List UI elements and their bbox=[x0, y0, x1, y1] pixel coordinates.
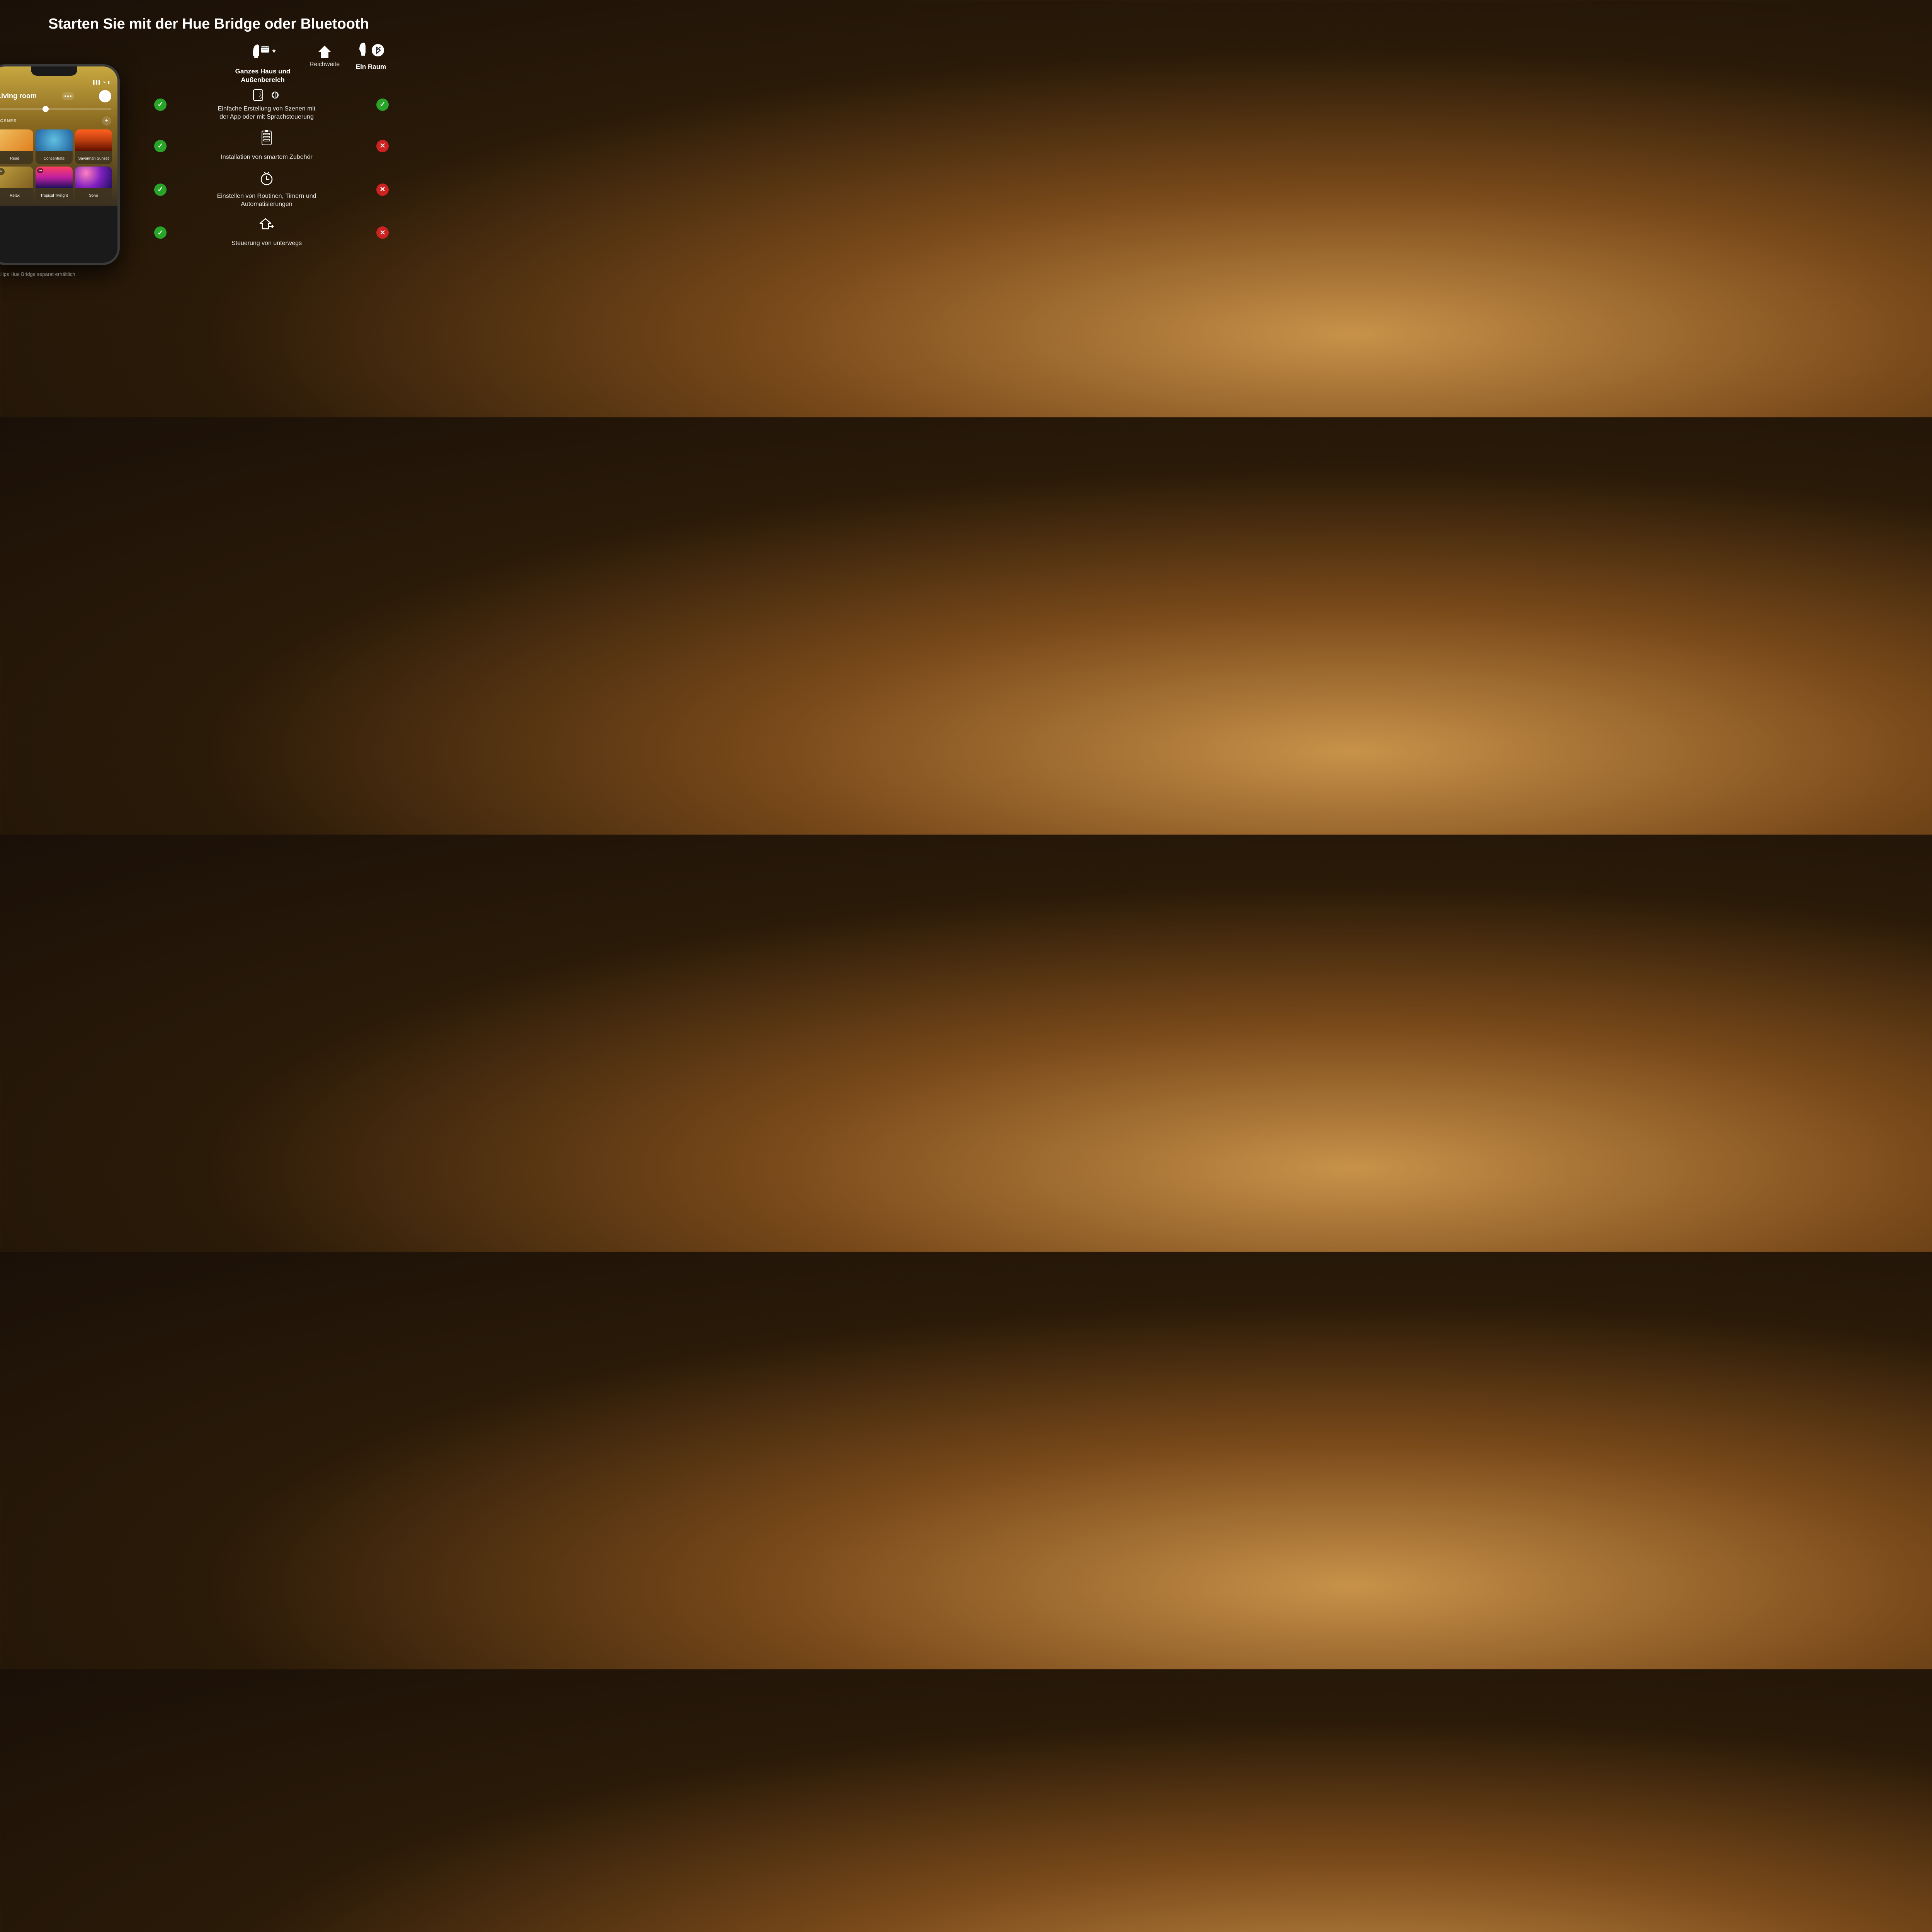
check-right-accessory: ✕ bbox=[363, 140, 402, 152]
feature-content-accessory: Installation von smartem Zubehör bbox=[170, 130, 363, 162]
scenes-label: SCENES bbox=[0, 119, 17, 123]
scene-name-relax: Relax bbox=[10, 194, 20, 198]
scene-visual-read bbox=[0, 129, 33, 151]
check-right-remote: ✕ bbox=[363, 226, 402, 239]
col-headers-top: * Ganzes Haus und Außenbereich Reichweit… bbox=[151, 41, 402, 84]
asterisk-label: * bbox=[272, 48, 276, 58]
accessory-icon-area bbox=[260, 130, 274, 150]
scene-card-soho[interactable]: Soho bbox=[75, 167, 112, 201]
main-layout: ▌▌▌ ∿ ▮ Living room bbox=[0, 41, 417, 277]
scene-card-relax[interactable]: ✏ Relax bbox=[0, 167, 33, 201]
scene-name-read: Read bbox=[10, 156, 19, 161]
scene-visual-concentrate bbox=[36, 129, 73, 151]
check-left-scenes: ✓ bbox=[151, 99, 170, 111]
scenes-header: SCENES + bbox=[0, 115, 113, 127]
bt-col-title: Ein Raum bbox=[356, 63, 386, 71]
range-column-header: Reichweite bbox=[309, 41, 340, 68]
feature-text-accessory: Installation von smartem Zubehör bbox=[221, 153, 312, 162]
phone-mockup: ▌▌▌ ∿ ▮ Living room bbox=[0, 64, 120, 265]
bluetooth-icon-group bbox=[357, 41, 385, 60]
brightness-slider[interactable] bbox=[0, 108, 111, 110]
bluetooth-bulb-icon bbox=[357, 41, 369, 60]
check-icon-routines-left: ✓ bbox=[154, 184, 167, 196]
check-icon-remote-left: ✓ bbox=[154, 226, 167, 239]
check-right-routines: ✕ bbox=[363, 184, 402, 196]
bluetooth-column-header: Ein Raum bbox=[340, 41, 402, 71]
bridge-icon-group: * bbox=[250, 41, 276, 64]
scene-more-badge: ••• bbox=[37, 168, 43, 173]
feature-row-accessory: ✓ Installation von smartem Zubehör bbox=[151, 130, 402, 162]
feature-content-routines: Einstellen von Routinen, Timern und Auto… bbox=[170, 171, 363, 209]
house-icon bbox=[317, 44, 332, 60]
scene-visual-soho bbox=[75, 167, 112, 188]
check-left-remote: ✓ bbox=[151, 226, 170, 239]
scene-name-soho: Soho bbox=[89, 194, 98, 198]
toggle-button[interactable] bbox=[99, 90, 111, 102]
wifi-icon: ∿ bbox=[103, 80, 106, 85]
scene-card-savannah[interactable]: Savannah Sunset bbox=[75, 129, 112, 164]
remote-house-icon bbox=[258, 218, 276, 233]
bridge-column-header: * Ganzes Haus und Außenbereich bbox=[216, 41, 309, 84]
check-right-scenes: ✓ bbox=[363, 99, 402, 111]
feature-text-remote: Steuerung von unterwegs bbox=[231, 240, 302, 248]
range-label: Reichweite bbox=[310, 61, 340, 68]
feature-row-scenes: ✓ Einfache E bbox=[151, 88, 402, 121]
phone-status-bar: ▌▌▌ ∿ ▮ bbox=[0, 80, 113, 88]
check-icon-scenes-left: ✓ bbox=[154, 99, 167, 111]
accessory-icon bbox=[260, 130, 274, 147]
room-title: Living room bbox=[0, 92, 37, 100]
scene-name-tropical: Tropical Twilight bbox=[40, 194, 68, 198]
page-header: Starten Sie mit der Hue Bridge oder Blue… bbox=[0, 0, 417, 41]
timer-icon-area bbox=[259, 171, 274, 189]
voice-icon bbox=[268, 88, 282, 102]
scenes-grid: Read Concentrate Savannah Sunset ✏ Relax bbox=[0, 129, 113, 201]
battery-icon: ▮ bbox=[107, 80, 110, 85]
feature-text-scenes: Einfache Erstellung von Szenen mit der A… bbox=[216, 105, 317, 121]
bluetooth-icon bbox=[371, 43, 385, 57]
clock-icon bbox=[259, 171, 274, 186]
brightness-thumb bbox=[43, 106, 49, 112]
scene-visual-relax bbox=[0, 167, 33, 188]
bridge-bulb-icon bbox=[250, 41, 271, 64]
comparison-section: * Ganzes Haus und Außenbereich Reichweit… bbox=[143, 41, 417, 277]
feature-row-remote: ✓ Steuerung von unterwegs ✕ bbox=[151, 218, 402, 248]
nfc-icons bbox=[251, 88, 282, 102]
scene-card-concentrate[interactable]: Concentrate bbox=[36, 129, 73, 164]
phone-notch bbox=[31, 66, 77, 76]
check-icon-accessory-left: ✓ bbox=[154, 140, 167, 152]
phone-screen: ▌▌▌ ∿ ▮ Living room bbox=[0, 66, 117, 206]
feature-content-remote: Steuerung von unterwegs bbox=[170, 218, 363, 248]
add-scene-button[interactable]: + bbox=[102, 116, 111, 126]
scene-card-tropical[interactable]: ••• Tropical Twilight bbox=[36, 167, 73, 201]
feature-text-routines: Einstellen von Routinen, Timern und Auto… bbox=[216, 192, 317, 209]
scene-name-savannah: Savannah Sunset bbox=[78, 156, 109, 161]
scene-card-read[interactable]: Read bbox=[0, 129, 33, 164]
remote-icon-area bbox=[258, 218, 276, 236]
phone-room-header: Living room bbox=[0, 88, 113, 105]
scene-visual-savannah bbox=[75, 129, 112, 151]
bridge-col-title: Ganzes Haus und Außenbereich bbox=[216, 67, 309, 84]
feature-content-scenes: Einfache Erstellung von Szenen mit der A… bbox=[170, 88, 363, 121]
features-list: ✓ Einfache E bbox=[151, 88, 402, 248]
cross-icon-accessory-right: ✕ bbox=[376, 140, 389, 152]
feature-row-routines: ✓ Einstellen von Routinen, Timern und Au… bbox=[151, 171, 402, 209]
check-icon-scenes-right: ✓ bbox=[376, 99, 389, 111]
check-left-accessory: ✓ bbox=[151, 140, 170, 152]
check-left-routines: ✓ bbox=[151, 184, 170, 196]
nfc-phone-icon bbox=[251, 88, 265, 102]
phone-note: *Philips Hue Bridge separat erhältlich bbox=[0, 271, 143, 277]
phone-section: ▌▌▌ ∿ ▮ Living room bbox=[0, 64, 143, 277]
page-title: Starten Sie mit der Hue Bridge oder Blue… bbox=[23, 15, 394, 33]
scene-name-concentrate: Concentrate bbox=[44, 156, 65, 161]
cross-icon-remote-right: ✕ bbox=[376, 226, 389, 239]
cross-icon-routines-right: ✕ bbox=[376, 184, 389, 196]
signal-icon: ▌▌▌ bbox=[93, 80, 101, 85]
dots-button[interactable] bbox=[62, 92, 74, 100]
